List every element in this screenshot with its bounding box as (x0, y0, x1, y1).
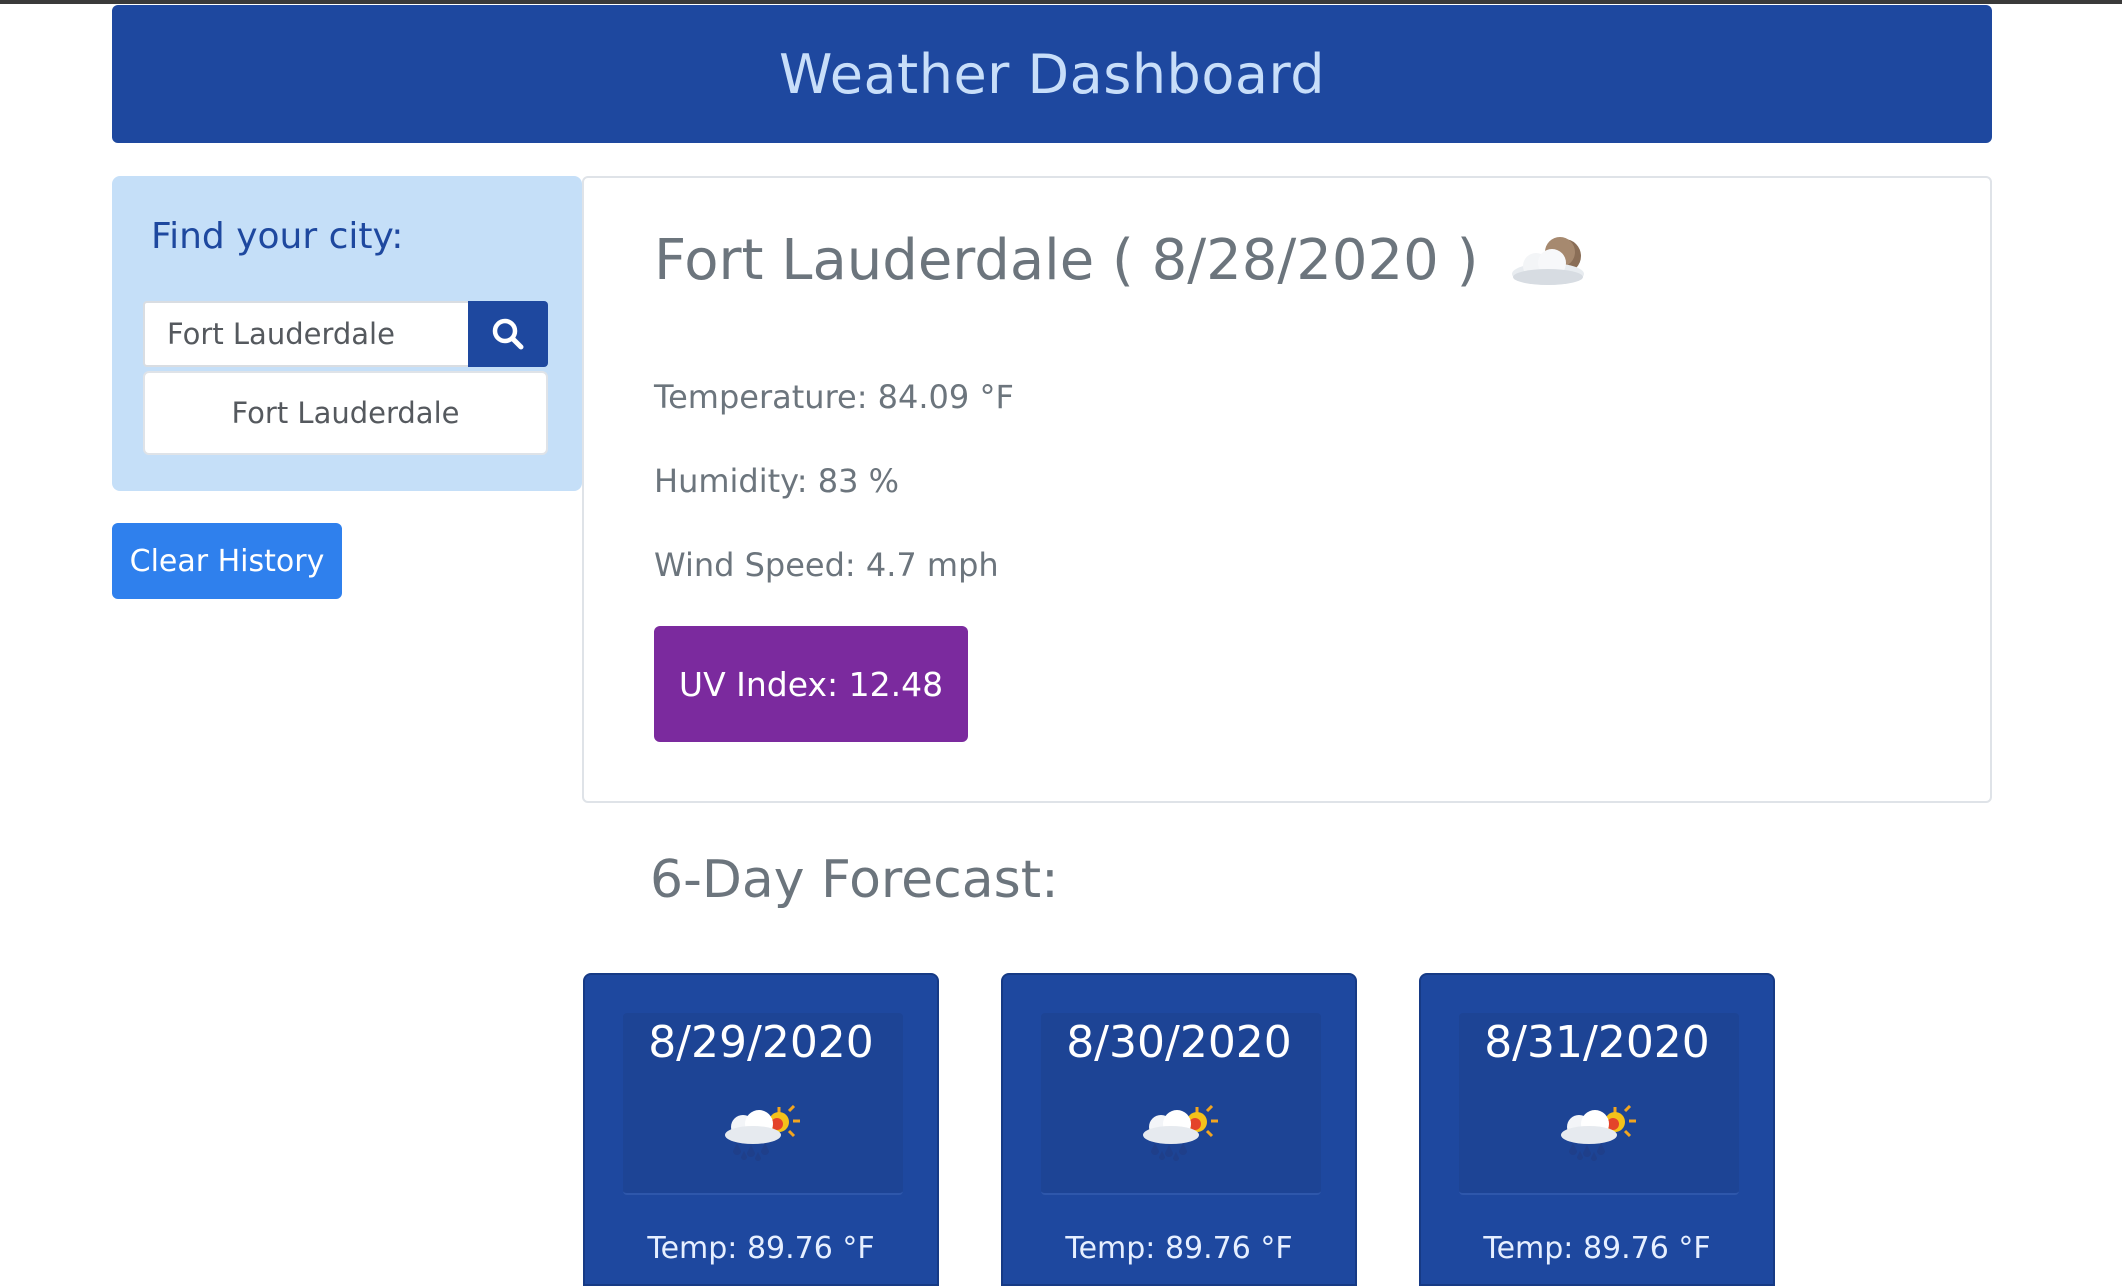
rain-sun-icon (1139, 1104, 1219, 1165)
uv-index-badge: UV Index: 12.48 (654, 626, 968, 742)
forecast-card: 8/29/2020 Temp: 89.76 °F (583, 973, 939, 1286)
history-item-fort-lauderdale[interactable]: Fort Lauderdale (143, 371, 548, 455)
app-header: Weather Dashboard (112, 5, 1992, 143)
forecast-temp: Temp: 89.76 °F (1065, 1231, 1293, 1266)
current-city-title: Fort Lauderdale ( 8/28/2020 ) (654, 228, 1588, 293)
city-search-input[interactable] (143, 301, 468, 367)
forecast-date: 8/29/2020 (648, 1017, 874, 1068)
find-city-label: Find your city: (151, 216, 404, 257)
forecast-heading: 6-Day Forecast: (650, 850, 1059, 910)
forecast-temp: Temp: 89.76 °F (647, 1231, 875, 1266)
window-top-border (0, 0, 2122, 4)
partly-cloudy-night-icon (1508, 234, 1588, 288)
rain-sun-icon (721, 1104, 801, 1165)
forecast-card: 8/30/2020 Temp: 89.76 °F (1001, 973, 1357, 1286)
search-bar (143, 301, 564, 367)
forecast-card: 8/31/2020 Temp: 89.76 °F (1419, 973, 1775, 1286)
page-title: Weather Dashboard (779, 42, 1325, 106)
humidity-text: Humidity: 83 % (654, 462, 900, 500)
forecast-date: 8/30/2020 (1066, 1017, 1292, 1068)
city-date-heading: Fort Lauderdale ( 8/28/2020 ) (654, 228, 1479, 293)
wind-speed-text: Wind Speed: 4.7 mph (654, 546, 999, 584)
forecast-temp: Temp: 89.76 °F (1483, 1231, 1711, 1266)
forecast-date: 8/31/2020 (1484, 1017, 1710, 1068)
search-icon (492, 318, 524, 350)
temperature-text: Temperature: 84.09 °F (654, 378, 1014, 416)
search-panel: Find your city: Fort Lauderdale (112, 176, 582, 491)
rain-sun-icon (1557, 1104, 1637, 1165)
clear-history-button[interactable]: Clear History (112, 523, 342, 599)
page: Weather Dashboard Find your city: Fort L… (0, 0, 2122, 1286)
search-button[interactable] (468, 301, 548, 367)
current-weather-card: Fort Lauderdale ( 8/28/2020 ) Temperatur… (582, 176, 1992, 803)
